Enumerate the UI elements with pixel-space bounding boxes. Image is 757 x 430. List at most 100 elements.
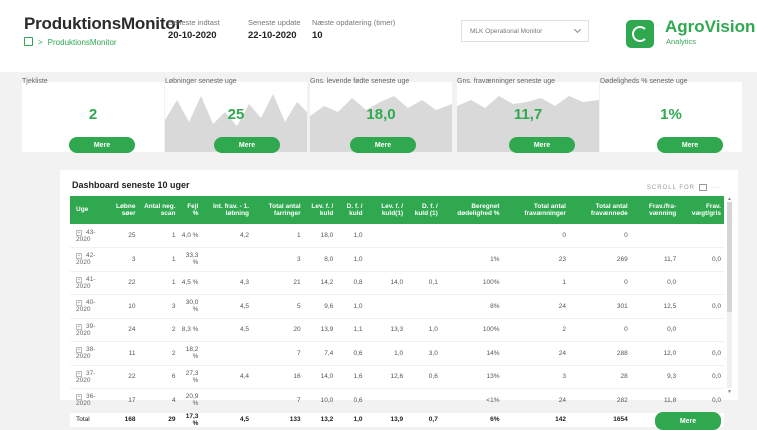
column-header[interactable]: Antal neg. scan [138,196,179,224]
table-cell: 14,0 [365,271,407,295]
table-cell: 0 [568,271,631,295]
table-cell: 20 [252,318,304,342]
column-header[interactable]: Lev. f. / kuld(1) [365,196,407,224]
scroll-hint: SCROLL FOR ··· [647,184,720,191]
table-cell: 0,0 [679,247,724,272]
week-cell: +43-2020 [70,224,105,248]
table-cell: 11,7 [630,247,680,272]
breadcrumb-current[interactable]: ProduktionsMonitor [48,38,117,47]
kpi-more-button[interactable]: Mere [509,137,575,153]
column-header[interactable]: Int. frav. - 1. løbning [201,196,253,224]
kpi-more-button[interactable]: Mere [657,137,723,153]
total-cell: 142 [502,411,569,427]
table-cell: 14,0 [303,365,337,389]
column-header[interactable]: Fejl % [178,196,202,224]
table-row[interactable]: +42-2020 3 1 33,3 % 3 8,0 1,0 1% 23 269 11,7 0,0 [70,247,724,272]
table-cell: 0,0 [679,341,724,366]
column-header[interactable]: D. f. / kuld [336,196,366,224]
table-row[interactable]: +41-2020 22 1 4,5 % 4,3 21 14,2 0,8 14,0 0,1 100% 1… [70,271,724,295]
column-header[interactable]: Uge [70,196,105,224]
table-cell: 2 [138,318,179,342]
kpi-value: 11,7 [513,106,543,123]
table-cell: 9,3 [630,365,680,389]
week-cell: +36-2020 [70,388,105,413]
column-header[interactable]: Beregnet dødelighed % [440,196,503,224]
table-more-button[interactable]: Mere [655,412,721,430]
column-header[interactable]: Total antal farringer [252,196,304,224]
table-cell: 24 [502,294,569,319]
total-cell: 29 [138,411,179,427]
table-cell: 4,2 [201,224,253,248]
column-header[interactable]: D. f. / kuld (1) [406,196,441,224]
more-icon[interactable]: ··· [711,185,720,191]
table-cell: 20,9 % [178,388,202,413]
table-cell [406,294,441,319]
table-cell: 14% [440,341,503,366]
table-cell: 4,0 % [178,224,202,248]
table-cell [679,271,724,295]
table-cell: 282 [568,388,631,413]
table-row[interactable]: +43-2020 25 1 4,0 % 4,2 1 18,0 1,0 0 0 [70,224,724,248]
week-cell: +42-2020 [70,247,105,272]
table-row[interactable]: +37-2020 22 6 27,3 % 4,4 16 14,0 1,6 12,6 0,6 13% 3… [70,365,724,389]
table-cell: 0,6 [406,365,441,389]
table-cell [201,341,253,366]
monitor-select[interactable]: MLK Operational Monitor [461,20,589,42]
kpi-label: Løbninger seneste uge [165,78,237,85]
column-header[interactable]: Lev. f. / kuld [303,196,337,224]
table-cell: 7,4 [303,341,337,366]
table-cell: 22 [104,271,139,295]
column-header[interactable]: Frav. vægt/gris [679,196,724,224]
table-cell: 25 [104,224,139,248]
column-header[interactable]: Total antal fravænnede [568,196,631,224]
header: ProduktionsMonitor > ProduktionsMonitor … [0,0,757,72]
table-cell: 0,0 [630,318,680,342]
kpi-more-button[interactable]: Mere [214,137,280,153]
meta-value: 22-10-2020 [248,30,297,41]
table-cell: 301 [568,294,631,319]
scroll-down-icon[interactable]: ▼ [727,389,732,395]
table-cell: 11 [104,341,139,366]
table-header-row: Uge Løbne søer Antal neg. scan Fejl % Int. f… [70,196,724,224]
table-row[interactable]: +36-2020 17 4 20,9 % 7 10,0 0,6 <1% 24 282 11,8 0,0 [70,388,724,413]
table-cell: 0,8 [336,271,366,295]
column-header[interactable]: Total antal fravænninger [502,196,569,224]
meta-last-entry: Seneste indtast 20-10-2020 [168,18,220,41]
table-cell: 0,0 [630,271,680,295]
table-row[interactable]: +38-2020 11 2 18,2 % 7 7,4 0,6 1,0 3,0 14% 24 288 12… [70,341,724,366]
total-cell: Total [70,411,105,427]
table-cell: 0,0 [679,365,724,389]
chevron-down-icon [573,25,582,34]
scrollbar-thumb[interactable] [727,202,732,312]
home-icon[interactable] [24,37,33,46]
table-cell: 1,1 [336,318,366,342]
table-cell: 1 [138,271,179,295]
kpi-value: 2 [88,106,98,123]
table-cell: 3 [138,294,179,319]
expand-icon[interactable] [699,184,707,191]
table-cell: 18,2 % [178,341,202,366]
table-cell [201,388,253,413]
kpi-label: Dødeligheds % seneste uge [600,78,688,85]
total-cell: 0,7 [406,411,441,427]
brand-name: AgroVision [665,17,756,36]
column-header[interactable]: Frav./fra-vænning [630,196,680,224]
table-row[interactable]: +40-2020 10 3 30,0 % 4,5 5 9,6 1,0 8% 24 301 12,5 0,… [70,294,724,319]
table-row[interactable]: +39-2020 24 2 8,3 % 4,5 20 13,9 1,1 13,3 1,0 100% 2… [70,318,724,342]
week-cell: +38-2020 [70,341,105,366]
kpi-more-button[interactable]: Mere [350,137,416,153]
total-cell: 1654 [568,411,631,427]
table-cell: 3,0 [406,341,441,366]
dashboard-table: Uge Løbne søer Antal neg. scan Fejl % Int. f… [70,196,724,427]
table-cell: 2 [138,341,179,366]
table-cell: 0,1 [406,271,441,295]
vertical-scrollbar[interactable] [727,202,732,388]
week-cell: +37-2020 [70,365,105,389]
table-cell [406,388,441,413]
table-cell: 1 [138,247,179,272]
table-cell: 13% [440,365,503,389]
column-header[interactable]: Løbne søer [104,196,139,224]
table-cell: 12,6 [365,365,407,389]
table-cell [440,224,503,248]
kpi-more-button[interactable]: Mere [69,137,135,153]
